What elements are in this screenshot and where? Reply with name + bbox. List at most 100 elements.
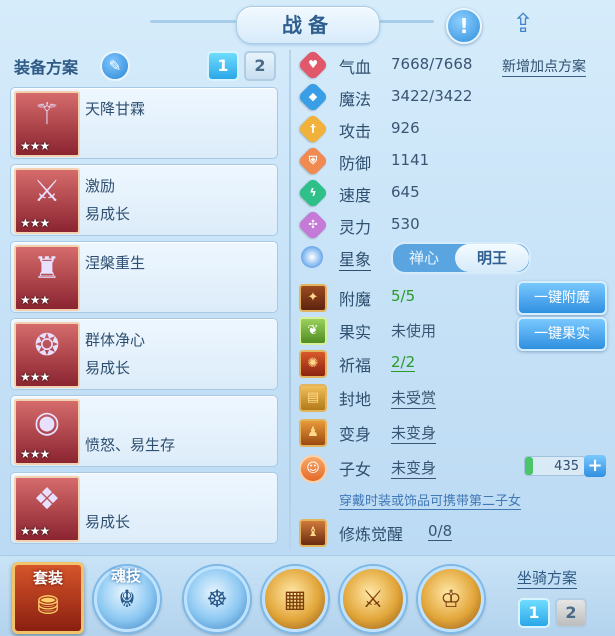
star-rating: ★★★ [20, 524, 50, 538]
equip-slot-belt[interactable]: ◉ ★★★ 愤怒、易生存 [10, 395, 278, 467]
stat-label-hp: 气血 [339, 58, 372, 77]
fruit-label: 果实 [339, 323, 372, 342]
equip-slot-armor[interactable]: ♜ ★★★ 涅槃重生 [10, 241, 278, 313]
stat-label-def: 防御 [339, 154, 372, 173]
meditation-icon: ☸ [206, 585, 228, 613]
one-click-fruit-button[interactable]: 一键果实 [517, 317, 607, 351]
stat-label-spd: 速度 [339, 186, 372, 205]
speed-icon: ϟ [297, 177, 329, 209]
star-sign-icon [301, 246, 323, 268]
mount-plan-title[interactable]: 坐骑方案 [517, 567, 578, 589]
equip-name: 群体净心 [85, 331, 146, 349]
suit-label: 套装 [32, 569, 63, 587]
sword-icon: ⚔ ★★★ [14, 168, 80, 234]
enchant-value: 5/5 [391, 287, 416, 305]
star-sign-option-mingwang[interactable]: 明王 [455, 244, 529, 272]
star-sign-toggle[interactable]: 禅心 明王 [391, 242, 531, 274]
boots-icon: ❖ ★★★ [14, 476, 80, 542]
armor-icon: ♜ ★★★ [14, 245, 80, 311]
title-wing-left [150, 20, 236, 23]
belt-icon: ◉ ★★★ [14, 399, 80, 465]
child-label: 子女 [339, 460, 372, 479]
equip-slot-boots[interactable]: ❖ ★★★ 易成长 [10, 472, 278, 544]
mount-plan-2-button[interactable]: 2 [555, 598, 587, 628]
one-click-enchant-button[interactable]: 一键附魔 [517, 281, 607, 315]
transform-value[interactable]: 未变身 [391, 422, 437, 444]
warrior-icon: ⚔ [362, 585, 384, 613]
attack-icon: † [297, 113, 329, 145]
star-sign-label[interactable]: 星象 [339, 246, 372, 271]
equip-trait: 易成长 [85, 513, 131, 531]
awaken-label: 修炼觉醒 [339, 525, 404, 544]
awaken-value[interactable]: 0/8 [428, 522, 453, 541]
title-wing-right [378, 20, 434, 23]
child-icon: ☺ [299, 455, 327, 483]
enchant-icon: ✦ [299, 284, 327, 312]
awaken-icon: ♝ [299, 519, 327, 547]
spirit-icon: ✣ [297, 209, 329, 241]
warrior-slot[interactable]: ⚔ [340, 566, 406, 632]
equip-trait: 易成长 [85, 205, 131, 223]
help-button[interactable]: ! [446, 8, 482, 44]
stat-value-mp: 3422/3422 [391, 87, 473, 105]
star-rating: ★★★ [20, 447, 50, 461]
child-value[interactable]: 未变身 [391, 457, 437, 479]
soul-skill-label: 魂技 [110, 567, 141, 585]
share-button[interactable]: ⇪ [506, 9, 540, 39]
equip-trait: 愤怒、易生存 [85, 436, 176, 454]
suit-button[interactable]: 套装 ⛃ [12, 562, 84, 634]
equip-slot-necklace[interactable]: ❂ ★★★ 群体净心 易成长 [10, 318, 278, 390]
equip-slot-weapon[interactable]: ⚚ ★★★ 天降甘霖 [10, 87, 278, 159]
plus-icon: + [587, 455, 603, 476]
scroll-icon: ▦ [283, 585, 307, 613]
stat-value-spirit: 530 [391, 215, 420, 233]
treasure-icon: ⛃ [37, 591, 59, 621]
dragon-icon: ☬ [118, 585, 136, 613]
share-icon: ⇪ [512, 9, 534, 39]
fief-value[interactable]: 未受赏 [391, 387, 437, 409]
stat-value-atk: 926 [391, 119, 420, 137]
stat-label-mp: 魔法 [339, 90, 372, 109]
transform-label: 变身 [339, 425, 372, 444]
blessing-icon: ✺ [299, 350, 327, 378]
equip-trait: 易成长 [85, 359, 131, 377]
transform-icon: ♟ [299, 419, 327, 447]
blessing-label: 祈福 [339, 356, 372, 375]
defense-icon: ⛨ [297, 145, 329, 177]
blessing-value[interactable]: 2/2 [391, 353, 416, 372]
stat-value-spd: 645 [391, 183, 420, 201]
equip-plan-title: 装备方案 [14, 58, 79, 77]
edit-plan-button[interactable]: ✎ [100, 51, 130, 81]
stat-value-hp: 7668/7668 [391, 55, 473, 73]
mana-icon: ◆ [297, 81, 329, 113]
child-count: 435 [524, 456, 586, 476]
stat-value-def: 1141 [391, 151, 430, 169]
mount-plan-1-button[interactable]: 1 [518, 598, 550, 628]
equip-plan-2-button[interactable]: 2 [244, 51, 276, 81]
equip-name: 天降甘霖 [85, 100, 146, 118]
staff-icon: ⚚ ★★★ [14, 91, 80, 157]
scroll-slot[interactable]: ▦ [262, 566, 328, 632]
child-hint-link[interactable]: 穿戴时装或饰品可携带第二子女 [339, 490, 522, 510]
equip-plan-1-button[interactable]: 1 [207, 51, 239, 81]
equip-name: 涅槃重生 [85, 254, 146, 272]
meditation-slot[interactable]: ☸ [184, 566, 250, 632]
equip-slot-helmet[interactable]: ⚔ ★★★ 激励 易成长 [10, 164, 278, 236]
panel-divider [289, 50, 291, 550]
necklace-icon: ❂ ★★★ [14, 322, 80, 388]
guardian-slot[interactable]: ♔ [418, 566, 484, 632]
stat-label-atk: 攻击 [339, 122, 372, 141]
stat-label-spirit: 灵力 [339, 218, 372, 237]
star-rating: ★★★ [20, 293, 50, 307]
star-rating: ★★★ [20, 370, 50, 384]
add-points-plan-link[interactable]: 新增加点方案 [502, 56, 586, 77]
fruit-value: 未使用 [391, 322, 437, 340]
fief-icon: ▤ [299, 384, 327, 412]
fief-label: 封地 [339, 390, 372, 409]
enchant-label: 附魔 [339, 290, 372, 309]
guardian-icon: ♔ [440, 585, 462, 613]
add-child-count-button[interactable]: + [584, 455, 606, 477]
star-rating: ★★★ [20, 139, 50, 153]
exclamation-icon: ! [459, 14, 469, 38]
star-sign-option-chanxin[interactable]: 禅心 [393, 244, 455, 272]
